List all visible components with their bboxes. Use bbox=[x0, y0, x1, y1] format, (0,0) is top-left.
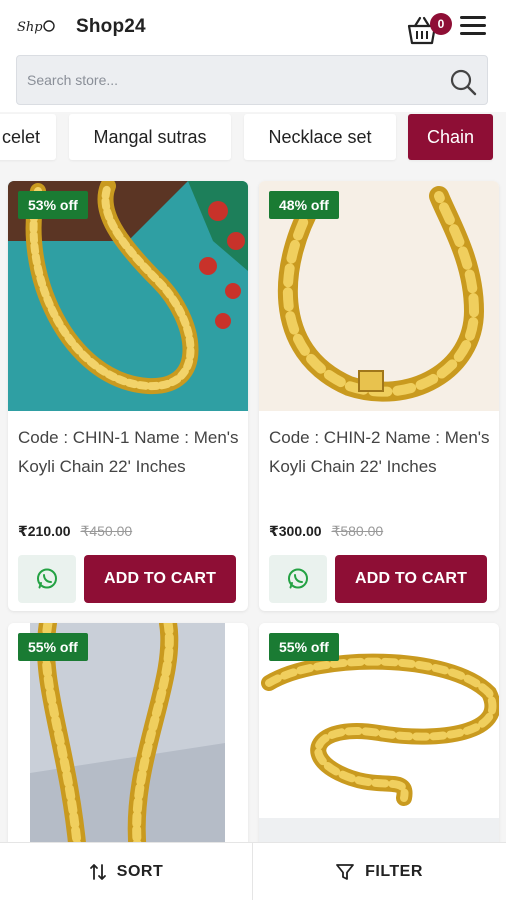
category-chip-chain[interactable]: Chain bbox=[408, 114, 493, 160]
product-price: ₹300.00 bbox=[269, 523, 322, 539]
product-card[interactable]: 55% off bbox=[8, 623, 248, 853]
search-input[interactable] bbox=[27, 56, 427, 104]
product-title[interactable]: Code : CHIN-1 Name : Men's Koyli Chain 2… bbox=[18, 423, 240, 481]
product-image[interactable]: 55% off bbox=[259, 623, 499, 853]
hamburger-menu-icon[interactable] bbox=[460, 16, 486, 36]
whatsapp-button[interactable] bbox=[18, 555, 76, 603]
store-name: Shop24 bbox=[76, 16, 146, 37]
product-image[interactable]: 48% off bbox=[259, 181, 499, 411]
product-image[interactable]: 55% off bbox=[8, 623, 248, 853]
product-image[interactable]: 53% off bbox=[8, 181, 248, 411]
category-chip-mangal-sutras[interactable]: Mangal sutras bbox=[69, 114, 231, 160]
product-card[interactable]: 53% off Code : CHIN-1 Name : Men's Koyli… bbox=[8, 181, 248, 611]
whatsapp-icon bbox=[288, 568, 308, 589]
discount-badge: 53% off bbox=[18, 191, 88, 219]
sort-icon bbox=[89, 863, 106, 880]
cart-button[interactable]: 0 bbox=[406, 12, 452, 45]
product-title[interactable]: Code : CHIN-2 Name : Men's Koyli Chain 2… bbox=[269, 423, 491, 481]
filter-button[interactable]: FILTER bbox=[253, 843, 505, 900]
category-chip-necklace-set[interactable]: Necklace set bbox=[244, 114, 396, 160]
discount-badge: 48% off bbox=[269, 191, 339, 219]
add-to-cart-button[interactable]: ADD TO CART bbox=[84, 555, 236, 603]
filter-icon bbox=[336, 863, 354, 880]
whatsapp-icon bbox=[37, 568, 57, 589]
price-row: ₹300.00 ₹580.00 bbox=[269, 523, 383, 540]
app-header: Shp Shop24 0 bbox=[0, 0, 506, 112]
product-mrp: ₹580.00 bbox=[331, 523, 384, 539]
product-card[interactable]: 55% off bbox=[259, 623, 499, 853]
product-card[interactable]: 48% off Code : CHIN-2 Name : Men's Koyli… bbox=[259, 181, 499, 611]
product-mrp: ₹450.00 bbox=[80, 523, 133, 539]
app-screen: Shp Shop24 0 cele bbox=[0, 0, 506, 900]
cart-count-badge: 0 bbox=[430, 13, 452, 35]
search-icon[interactable] bbox=[449, 68, 477, 96]
discount-badge: 55% off bbox=[18, 633, 88, 661]
sort-label: SORT bbox=[116, 863, 164, 880]
category-chips: celet Mangal sutras Necklace set Chain bbox=[0, 112, 506, 168]
bottom-action-bar: SORT FILTER bbox=[0, 842, 506, 900]
store-logo[interactable]: Shp bbox=[16, 14, 56, 38]
filter-label: FILTER bbox=[365, 863, 423, 880]
price-row: ₹210.00 ₹450.00 bbox=[18, 523, 132, 540]
discount-badge: 55% off bbox=[269, 633, 339, 661]
search-bar bbox=[16, 55, 488, 105]
product-price: ₹210.00 bbox=[18, 523, 71, 539]
category-chip-bracelet[interactable]: celet bbox=[0, 114, 56, 160]
whatsapp-button[interactable] bbox=[269, 555, 327, 603]
add-to-cart-button[interactable]: ADD TO CART bbox=[335, 555, 487, 603]
sort-button[interactable]: SORT bbox=[0, 843, 252, 900]
svg-text:Shp: Shp bbox=[17, 20, 43, 35]
